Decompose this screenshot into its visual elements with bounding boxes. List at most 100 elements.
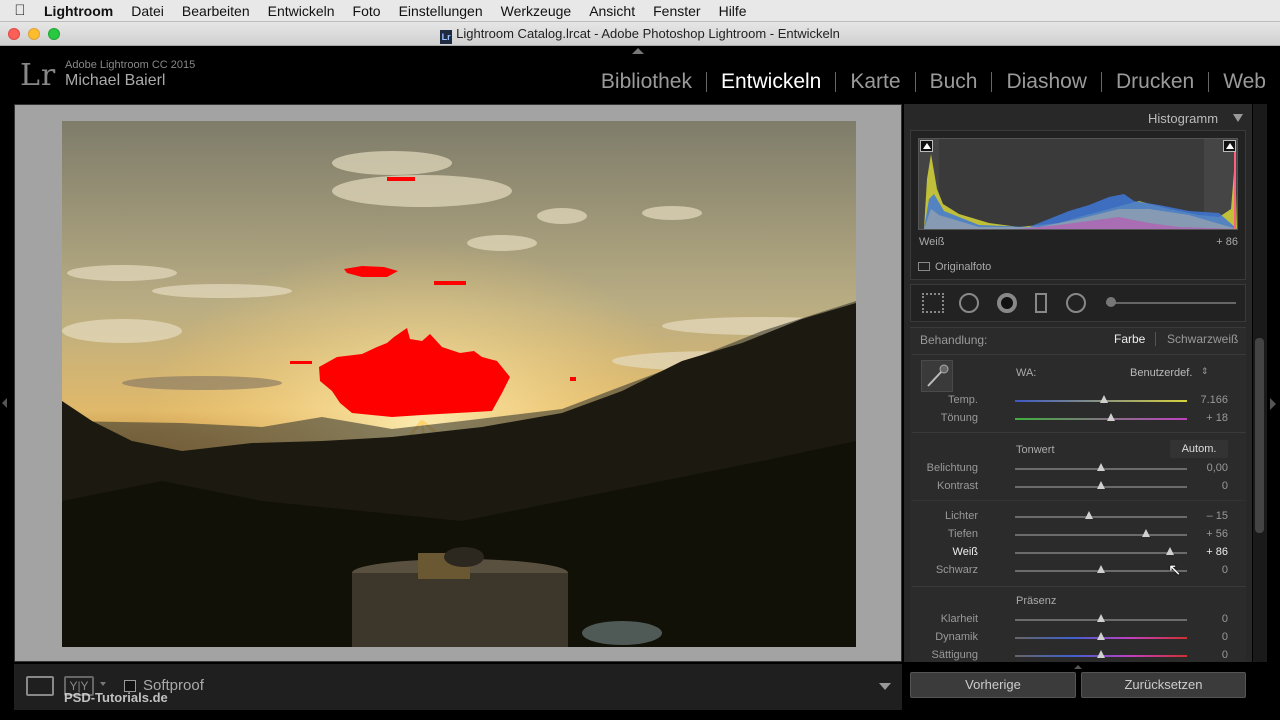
original-photo-label: Originalfoto <box>935 261 992 273</box>
toolbar-menu-icon[interactable] <box>879 683 891 690</box>
module-entwickeln[interactable]: Entwickeln <box>707 70 835 94</box>
slider-knob[interactable] <box>1097 463 1105 471</box>
slider-blacks[interactable]: Schwarz 0 <box>912 562 1240 580</box>
collapse-top-panel-icon[interactable] <box>632 48 644 54</box>
window-titlebar: Lr Lightroom Catalog.lrcat - Adobe Photos… <box>0 22 1280 46</box>
slider-value[interactable]: – 15 <box>1188 510 1228 522</box>
menu-entwickeln[interactable]: Entwickeln <box>259 3 344 19</box>
zoom-window-button[interactable] <box>48 28 60 40</box>
slider-shadows[interactable]: Tiefen + 56 <box>912 526 1240 544</box>
slider-saturation[interactable]: Sättigung 0 <box>912 647 1240 665</box>
slider-track[interactable] <box>1015 516 1187 518</box>
radial-filter-icon[interactable] <box>1066 293 1086 313</box>
graduated-filter-icon[interactable] <box>1035 293 1047 313</box>
slider-knob[interactable] <box>1097 632 1105 640</box>
slider-label: Belichtung <box>926 462 978 474</box>
slider-knob[interactable] <box>1141 529 1150 537</box>
slider-value[interactable]: + 56 <box>1188 528 1228 540</box>
wb-preset-select[interactable]: Benutzerdef. <box>1130 367 1192 379</box>
module-diashow[interactable]: Diashow <box>992 70 1101 94</box>
menu-ansicht[interactable]: Ansicht <box>580 3 644 19</box>
menu-werkzeuge[interactable]: Werkzeuge <box>492 3 581 19</box>
minimize-window-button[interactable] <box>28 28 40 40</box>
treatment-bw-option[interactable]: Schwarzweiß <box>1167 332 1238 346</box>
slider-knob[interactable] <box>1097 650 1105 658</box>
wb-label: WA: <box>1016 367 1037 379</box>
slider-knob[interactable] <box>1097 565 1105 573</box>
slider-value[interactable]: + 18 <box>1188 412 1228 424</box>
scrollbar-thumb[interactable] <box>1255 338 1264 533</box>
module-bibliothek[interactable]: Bibliothek <box>587 70 706 94</box>
slider-knob[interactable] <box>1097 481 1105 489</box>
white-balance-picker[interactable] <box>921 360 953 392</box>
slider-value[interactable]: 0 <box>1188 613 1228 625</box>
apple-icon[interactable]:  <box>0 2 40 19</box>
slider-knob[interactable] <box>1084 511 1093 519</box>
histogram-collapse-icon[interactable] <box>1233 114 1243 122</box>
spot-removal-icon[interactable] <box>959 293 979 313</box>
slider-value[interactable]: + 86 <box>1188 546 1228 558</box>
tone-section-label: Tonwert <box>1016 444 1055 456</box>
slider-value[interactable]: 0 <box>1188 649 1228 661</box>
slider-value[interactable]: 0 <box>1188 631 1228 643</box>
histogram-readout-label: Weiß <box>919 236 945 248</box>
slider-value[interactable]: 0,00 <box>1188 462 1228 474</box>
red-eye-icon[interactable] <box>997 293 1017 313</box>
shadow-clipping-toggle[interactable] <box>920 140 933 152</box>
menu-lightroom[interactable]: Lightroom <box>40 3 122 19</box>
original-photo-checkbox[interactable] <box>918 262 930 271</box>
left-panel-toggle-icon[interactable] <box>2 398 7 408</box>
module-web[interactable]: Web <box>1209 70 1266 94</box>
close-window-button[interactable] <box>8 28 20 40</box>
reset-button[interactable]: Zurücksetzen <box>1081 672 1246 698</box>
treatment-color-option[interactable]: Farbe <box>1114 332 1145 346</box>
slider-contrast[interactable]: Kontrast 0 <box>912 478 1240 496</box>
wb-select-arrows-icon[interactable]: ⇕ <box>1201 366 1209 377</box>
slider-highlights[interactable]: Lichter – 15 <box>912 508 1240 526</box>
crop-tool-icon[interactable] <box>922 293 944 313</box>
slider-label: Klarheit <box>940 613 978 625</box>
slider-value[interactable]: 7.166 <box>1188 394 1228 406</box>
histogram-header[interactable]: Histogramm <box>1148 111 1218 126</box>
slider-value[interactable]: 0 <box>1188 564 1228 576</box>
module-buch[interactable]: Buch <box>916 70 992 94</box>
slider-track[interactable] <box>1015 418 1187 420</box>
histogram[interactable] <box>918 138 1238 230</box>
slider-exposure[interactable]: Belichtung 0,00 <box>912 460 1240 478</box>
document-icon: Lr <box>440 30 453 44</box>
module-drucken[interactable]: Drucken <box>1102 70 1208 94</box>
view-mode-dropdown-icon[interactable] <box>100 682 106 686</box>
menu-hilfe[interactable]: Hilfe <box>710 3 756 19</box>
menu-foto[interactable]: Foto <box>344 3 390 19</box>
slider-knob[interactable] <box>1107 413 1116 421</box>
slider-knob[interactable] <box>1097 614 1105 622</box>
slider-track[interactable] <box>1015 552 1187 554</box>
collapse-bottom-panel-icon[interactable] <box>1074 665 1082 669</box>
right-panel-toggle-icon[interactable] <box>1270 398 1276 410</box>
menu-bearbeiten[interactable]: Bearbeiten <box>173 3 259 19</box>
slider-knob[interactable] <box>1100 395 1109 403</box>
slider-label: Dynamik <box>935 631 978 643</box>
module-karte[interactable]: Karte <box>836 70 914 94</box>
slider-knob[interactable] <box>1165 547 1174 555</box>
slider-track[interactable] <box>1015 534 1187 536</box>
slider-temp[interactable]: Temp. 7.166 <box>912 392 1240 410</box>
auto-tone-button[interactable]: Autom. <box>1170 440 1228 458</box>
menu-einstellungen[interactable]: Einstellungen <box>390 3 492 19</box>
slider-value[interactable]: 0 <box>1188 480 1228 492</box>
slider-clarity[interactable]: Klarheit 0 <box>912 611 1240 629</box>
menu-datei[interactable]: Datei <box>122 3 173 19</box>
adjustment-brush-icon[interactable] <box>1106 297 1116 307</box>
slider-label: Sättigung <box>931 649 978 661</box>
loupe-view-icon[interactable] <box>26 676 54 696</box>
slider-tint[interactable]: Tönung + 18 <box>912 410 1240 428</box>
slider-vibrance[interactable]: Dynamik 0 <box>912 629 1240 647</box>
slider-whites[interactable]: Weiß + 86 <box>912 544 1240 562</box>
adjustment-brush-slider[interactable] <box>1106 302 1236 304</box>
menu-bar:  Lightroom Datei Bearbeiten Entwickeln … <box>0 0 1280 22</box>
user-name: Michael Baierl <box>65 72 166 89</box>
menu-fenster[interactable]: Fenster <box>644 3 709 19</box>
highlight-clipping-toggle[interactable] <box>1223 140 1236 152</box>
previous-button[interactable]: Vorherige <box>910 672 1076 698</box>
photo-preview[interactable] <box>62 121 856 647</box>
